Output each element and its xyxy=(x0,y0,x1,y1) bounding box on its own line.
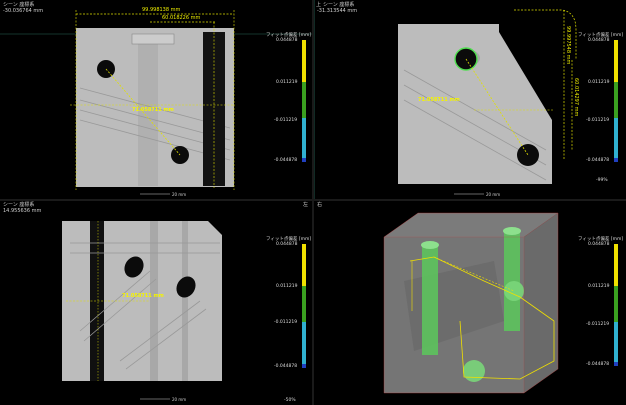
colorbar-top-left-tick-1: 0.011219 xyxy=(276,80,298,85)
colorbar-bottom-left-percent: -50% xyxy=(284,398,296,403)
colorbar-top-right-tick-1: 0.011219 xyxy=(588,80,610,85)
colorbar-top-left: フィット点偏差 [mm] 0.044878 0.011219 -0.011219… xyxy=(266,33,312,180)
colorbar-bottom-right-tick-2: -0.011219 xyxy=(586,322,610,327)
top-right-coord: -31.313544 mm xyxy=(317,8,358,14)
top-right-meas-diag: 71.058711 mm xyxy=(418,97,460,103)
colorbar-bottom-right-tick-0: 0.044878 xyxy=(588,242,610,247)
bottom-right-scene xyxy=(383,212,559,394)
top-left-coord: -30.036764 mm xyxy=(3,8,44,14)
colorbar-bottom-left-tick-2: -0.011219 xyxy=(274,320,298,325)
top-right-scale-label: 20 mm xyxy=(486,192,501,197)
top-left-meas-mid: 60.018226 mm xyxy=(162,15,201,21)
top-left-meas-diag: 71.058711 mm xyxy=(132,107,174,113)
bottom-left-scene xyxy=(62,221,222,400)
bottom-left-title-prefix: 左 xyxy=(303,202,309,208)
bottom-right-title-prefix: 右 xyxy=(317,202,323,208)
colorbar-bottom-right-tick-3: -0.044878 xyxy=(586,362,610,367)
colorbar-bottom-left: フィット点偏差 [mm] 0.044878 0.011219 -0.011219… xyxy=(266,237,312,403)
colorbar-bottom-left-tick-3: -0.044878 xyxy=(274,364,298,369)
viewport-top-left[interactable]: シーン 座標系 -30.036764 mm 99.998138 mm 60.01… xyxy=(0,0,312,199)
bottom-left-meas-center: 71.058711 mm xyxy=(122,293,164,299)
top-right-scene xyxy=(314,0,577,199)
viewport-bottom-left[interactable]: 左 シーン 座標系 14.955636 mm 71.058711 mm 20 m… xyxy=(0,201,312,405)
colorbar-top-right: フィット点偏差 [mm] 0.044878 0.011219 -0.011219… xyxy=(578,33,624,183)
bottom-left-scale-label: 20 mm xyxy=(172,397,187,402)
colorbar-bottom-right: フィット点偏差 [mm] 0.044878 0.011219 -0.011219… xyxy=(578,237,624,374)
colorbar-top-right-tick-3: -0.044878 xyxy=(586,158,610,163)
colorbar-top-right-percent: -99% xyxy=(596,178,608,183)
viewport-bottom-right[interactable]: 右 xyxy=(314,201,626,405)
colorbar-bottom-right-tick-1: 0.011219 xyxy=(588,284,610,289)
colorbar-top-left-tick-0: 0.044878 xyxy=(276,38,298,43)
colorbar-bottom-left-tick-1: 0.011219 xyxy=(276,284,298,289)
top-right-meas-side-b: 60.014297 mm xyxy=(573,78,579,117)
colorbar-top-left-tick-2: -0.011219 xyxy=(274,118,298,123)
pane-divider-vertical[interactable] xyxy=(312,0,314,405)
pane-divider-horizontal[interactable] xyxy=(0,199,626,201)
top-left-meas-top: 99.998138 mm xyxy=(142,7,181,13)
top-left-scene xyxy=(0,10,312,195)
top-left-scale-label: 20 mm xyxy=(172,192,187,197)
viewport-top-right[interactable]: 上 シーン 座標系 -31.313544 mm 71.058711 mm 99.… xyxy=(314,0,626,199)
colorbar-top-right-tick-2: -0.011219 xyxy=(586,118,610,123)
colorbar-top-right-tick-0: 0.044878 xyxy=(588,38,610,43)
colorbar-bottom-left-tick-0: 0.044878 xyxy=(276,242,298,247)
bottom-left-coord: 14.955636 mm xyxy=(3,208,42,214)
top-right-meas-side-a: 99.997548 mm xyxy=(565,26,571,65)
colorbar-top-left-tick-3: -0.044878 xyxy=(274,158,298,163)
